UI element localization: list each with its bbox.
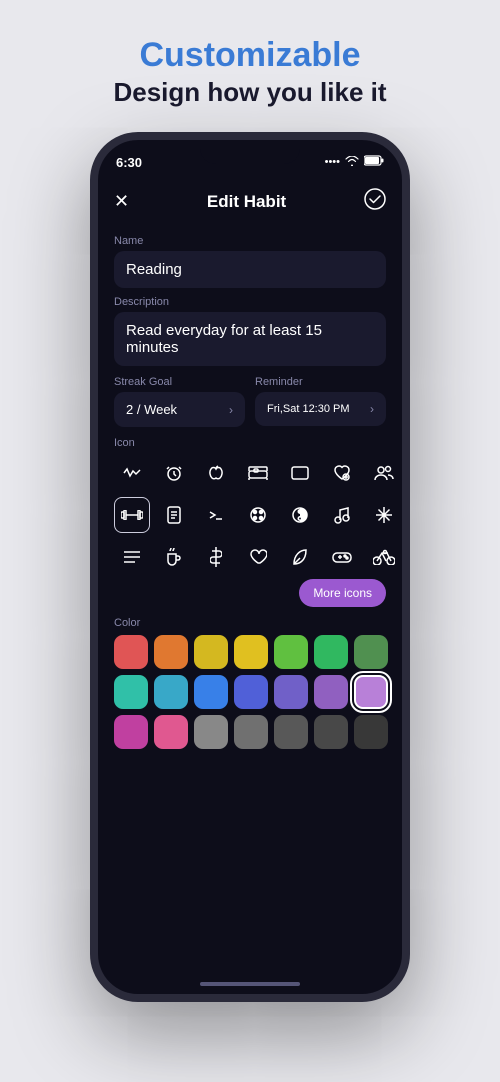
more-icons-row: More icons — [114, 579, 386, 607]
status-icons: •••• — [325, 155, 384, 169]
description-label: Description — [114, 296, 386, 308]
signal-icon: •••• — [325, 156, 340, 168]
color-cell-7[interactable] — [114, 675, 148, 709]
more-icons-button[interactable]: More icons — [299, 579, 386, 607]
color-cell-6[interactable] — [354, 635, 388, 669]
color-cell-5[interactable] — [314, 635, 348, 669]
side-button-left2 — [90, 300, 92, 330]
color-cell-10[interactable] — [234, 675, 268, 709]
icon-cell-2[interactable] — [198, 455, 234, 491]
streak-goal-selector[interactable]: 2 / Week › — [114, 392, 245, 427]
icon-cell-13[interactable] — [366, 497, 402, 533]
color-cell-17[interactable] — [234, 715, 268, 749]
color-cell-18[interactable] — [274, 715, 308, 749]
icon-cell-18[interactable] — [282, 539, 318, 575]
close-button[interactable]: ✕ — [114, 191, 129, 212]
icon-section-label: Icon — [114, 437, 386, 449]
color-cell-0[interactable] — [114, 635, 148, 669]
color-grid — [114, 635, 386, 749]
color-cell-4[interactable] — [274, 635, 308, 669]
header-subtitle: Design how you like it — [113, 77, 386, 108]
home-indicator — [200, 982, 300, 986]
header-title: Customizable — [113, 36, 386, 75]
icon-cell-1[interactable] — [156, 455, 192, 491]
reminder-value: Fri,Sat 12:30 PM — [267, 403, 350, 415]
icon-cell-4[interactable] — [282, 455, 318, 491]
notch-cutout — [200, 140, 300, 164]
side-button-right — [408, 280, 410, 330]
streak-reminder-row: Streak Goal 2 / Week › Reminder Fri,Sat … — [114, 368, 386, 427]
icon-cell-15[interactable] — [156, 539, 192, 575]
reminder-selector[interactable]: Fri,Sat 12:30 PM › — [255, 392, 386, 426]
icon-cell-6[interactable] — [366, 455, 402, 491]
confirm-button[interactable] — [364, 188, 386, 215]
icon-cell-17[interactable] — [240, 539, 276, 575]
form-content: Name Reading Description Read everyday f… — [98, 223, 402, 753]
description-field[interactable]: Read everyday for at least 15 minutes — [114, 312, 386, 366]
reminder-label: Reminder — [255, 376, 386, 388]
color-cell-1[interactable] — [154, 635, 188, 669]
color-cell-2[interactable] — [194, 635, 228, 669]
color-cell-3[interactable] — [234, 635, 268, 669]
battery-icon — [364, 155, 384, 169]
reminder-chevron-icon: › — [370, 402, 374, 416]
topbar: ✕ Edit Habit — [98, 176, 402, 223]
color-cell-12[interactable] — [314, 675, 348, 709]
page-header: Customizable Design how you like it — [93, 0, 406, 132]
screen: ✕ Edit Habit Name Reading Description Re… — [98, 176, 402, 994]
color-cell-9[interactable] — [194, 675, 228, 709]
phone-frame: 6:30 •••• ✕ Edit Habit — [90, 132, 410, 1002]
side-button-left — [90, 260, 92, 290]
color-cell-16[interactable] — [194, 715, 228, 749]
reminder-group: Reminder Fri,Sat 12:30 PM › — [255, 368, 386, 427]
icon-cell-3[interactable] — [240, 455, 276, 491]
icon-cell-16[interactable] — [198, 539, 234, 575]
color-cell-13[interactable] — [354, 675, 388, 709]
icon-cell-5[interactable] — [324, 455, 360, 491]
status-bar: 6:30 •••• — [98, 140, 402, 176]
icon-cell-10[interactable] — [240, 497, 276, 533]
color-cell-15[interactable] — [154, 715, 188, 749]
icon-cell-11[interactable] — [282, 497, 318, 533]
color-cell-20[interactable] — [354, 715, 388, 749]
name-label: Name — [114, 235, 386, 247]
color-cell-8[interactable] — [154, 675, 188, 709]
icon-cell-19[interactable] — [324, 539, 360, 575]
wifi-icon — [345, 156, 359, 169]
screen-title: Edit Habit — [207, 192, 286, 212]
streak-goal-label: Streak Goal — [114, 376, 245, 388]
color-section-label: Color — [114, 617, 386, 629]
icon-cell-7[interactable] — [114, 497, 150, 533]
color-cell-19[interactable] — [314, 715, 348, 749]
icon-cell-20[interactable] — [366, 539, 402, 575]
status-time: 6:30 — [116, 155, 142, 170]
icon-grid — [114, 455, 386, 575]
color-cell-11[interactable] — [274, 675, 308, 709]
streak-goal-group: Streak Goal 2 / Week › — [114, 368, 245, 427]
name-field[interactable]: Reading — [114, 251, 386, 288]
streak-chevron-icon: › — [229, 403, 233, 417]
icon-cell-9[interactable] — [198, 497, 234, 533]
streak-goal-value: 2 / Week — [126, 402, 177, 417]
icon-cell-0[interactable] — [114, 455, 150, 491]
icon-cell-14[interactable] — [114, 539, 150, 575]
icon-cell-12[interactable] — [324, 497, 360, 533]
icon-cell-8[interactable] — [156, 497, 192, 533]
color-cell-14[interactable] — [114, 715, 148, 749]
